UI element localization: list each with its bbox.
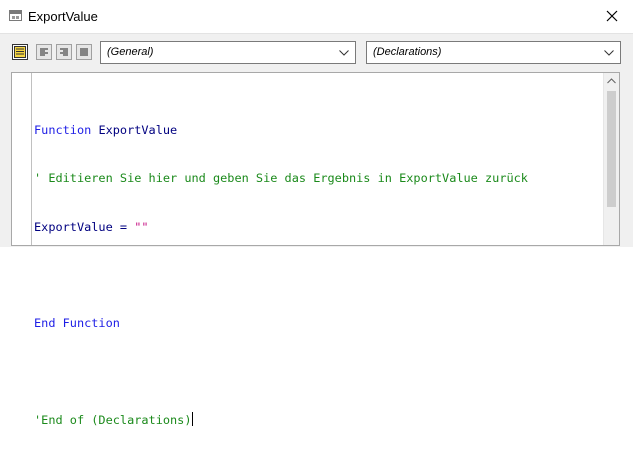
function-keyword: Function: [34, 123, 92, 138]
procedure-dropdown[interactable]: (General): [100, 41, 356, 64]
close-button[interactable]: [593, 0, 633, 33]
code-line-1: Function ExportValue: [34, 122, 528, 138]
align-right-icon: [60, 48, 68, 56]
justify-icon: [80, 48, 88, 56]
procedure-view-icon: [14, 46, 26, 58]
declarations-dropdown-value: (Declarations): [373, 46, 442, 58]
window-icon: [9, 10, 22, 21]
string-literal: "": [134, 219, 149, 234]
code-editor[interactable]: Function ExportValue ' Editieren Sie hie…: [11, 72, 620, 427]
window-title: ExportValue: [28, 9, 98, 24]
code-line-2: ' Editieren Sie hier und geben Sie das E…: [34, 170, 528, 186]
declarations-dropdown[interactable]: (Declarations): [366, 41, 621, 64]
title-bar: ExportValue: [0, 0, 633, 33]
chevron-down-icon: [604, 50, 614, 56]
view-mode-button[interactable]: [12, 44, 28, 60]
close-icon: [606, 10, 618, 22]
code-comment: ' Editieren Sie hier und geben Sie das E…: [34, 171, 528, 186]
procedure-dropdown-value: (General): [107, 46, 154, 58]
editor-gutter: [12, 73, 32, 245]
justify-button[interactable]: [76, 44, 92, 60]
function-name: ExportValue: [91, 123, 178, 138]
chevron-down-icon: [339, 50, 349, 56]
toolbar: (General) (Declarations): [0, 33, 633, 72]
align-left-button[interactable]: [36, 44, 52, 60]
code-line-3: ExportValue = "": [34, 219, 528, 235]
code-line-7: 'End of (Declarations): [34, 411, 528, 428]
end-declarations-comment: 'End of (Declarations): [34, 412, 192, 427]
scroll-up-arrow-icon[interactable]: [607, 78, 616, 84]
end-function-keyword: End Function: [34, 316, 120, 331]
text-caret: [191, 411, 193, 426]
align-left-icon: [40, 48, 48, 56]
align-right-button[interactable]: [56, 44, 72, 60]
vertical-scrollbar[interactable]: [603, 73, 619, 245]
scrollbar-thumb[interactable]: [607, 91, 616, 207]
code-area[interactable]: Function ExportValue ' Editieren Sie hie…: [34, 90, 528, 460]
code-line-5: End Function: [34, 315, 528, 331]
editor-frame: Function ExportValue ' Editieren Sie hie…: [0, 71, 633, 427]
assignment-text: ExportValue =: [34, 219, 135, 234]
